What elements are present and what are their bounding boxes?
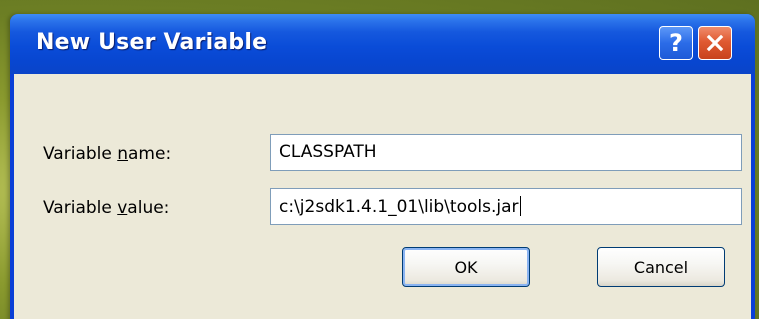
variable-name-value: CLASSPATH xyxy=(279,142,377,162)
title-bar[interactable]: New User Variable ? xyxy=(10,14,755,74)
cancel-button[interactable]: Cancel xyxy=(597,247,725,287)
variable-value-value: c:\j2sdk1.4.1_01\lib\tools.jar xyxy=(279,197,519,217)
close-button[interactable] xyxy=(698,26,732,60)
variable-name-input[interactable]: CLASSPATH xyxy=(270,134,742,171)
text-caret xyxy=(519,196,521,216)
ok-button[interactable]: OK xyxy=(402,247,530,287)
variable-value-input[interactable]: c:\j2sdk1.4.1_01\lib\tools.jar xyxy=(270,188,742,225)
cancel-button-label: Cancel xyxy=(633,257,689,277)
help-button[interactable]: ? xyxy=(659,26,693,60)
dialog-title: New User Variable xyxy=(36,30,268,55)
ok-button-label: OK xyxy=(454,257,478,277)
help-icon: ? xyxy=(669,29,683,57)
close-icon xyxy=(706,34,724,52)
variable-value-label: Variable value: xyxy=(43,198,170,218)
dialog-body: Variable name: CLASSPATH Variable value:… xyxy=(14,74,751,319)
new-user-variable-dialog: New User Variable ? Variable name: CLASS… xyxy=(10,14,755,319)
variable-name-label: Variable name: xyxy=(43,144,172,164)
